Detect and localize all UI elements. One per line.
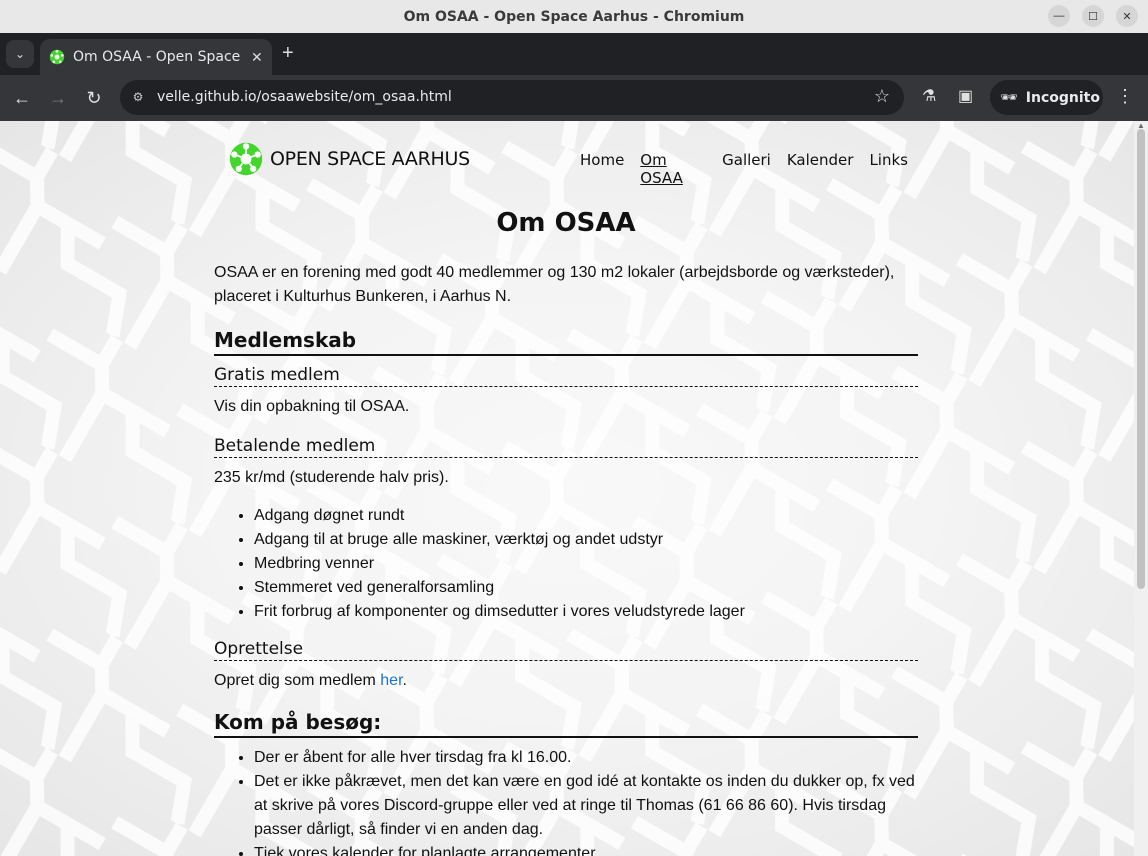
- main-content: Om OSAA OSAA er en forening med godt 40 …: [214, 207, 918, 856]
- free-member-heading: Gratis medlem: [214, 364, 918, 387]
- new-tab-icon[interactable]: +: [282, 42, 294, 65]
- signup-link[interactable]: her: [380, 672, 402, 689]
- visit-list: Der er åbent for alle hver tirsdag fra k…: [214, 746, 918, 856]
- site-info-icon[interactable]: ⚙: [130, 89, 146, 105]
- benefits-list: Adgang døgnet rundt Adgang til at bruge …: [214, 504, 918, 624]
- site-nav: Home Om OSAA Galleri Kalender Links: [580, 151, 908, 187]
- scrollbar-thumb[interactable]: [1137, 129, 1145, 589]
- browser-menu-icon[interactable]: ⋮: [1116, 86, 1134, 107]
- list-item: Stemmeret ved generalforsamling: [254, 576, 918, 600]
- bookmark-star-icon[interactable]: ☆: [874, 86, 890, 107]
- labs-flask-icon[interactable]: ⚗: [922, 86, 936, 106]
- nav-kalender[interactable]: Kalender: [787, 151, 854, 187]
- incognito-badge[interactable]: 🕶 Incognito: [990, 80, 1103, 115]
- visit-heading: Kom på besøg:: [214, 709, 918, 738]
- incognito-label: Incognito: [1025, 89, 1100, 106]
- minimize-icon[interactable]: —: [1048, 5, 1070, 27]
- list-item: Der er åbent for alle hver tirsdag fra k…: [254, 746, 918, 770]
- list-item: Medbring venner: [254, 552, 918, 576]
- paid-member-price: 235 kr/md (studerende halv pris).: [214, 469, 449, 486]
- signup-text-after: .: [402, 672, 407, 689]
- close-window-icon[interactable]: ✕: [1116, 5, 1138, 27]
- list-item: Det er ikke påkrævet, men det kan være e…: [254, 770, 918, 842]
- intro-text: OSAA er en forening med godt 40 medlemme…: [214, 264, 895, 305]
- nav-home[interactable]: Home: [580, 151, 624, 187]
- side-panel-icon[interactable]: ▣: [958, 86, 973, 106]
- membership-heading: Medlemskab: [214, 327, 918, 356]
- logo-text: OPEN SPACE AARHUS: [270, 148, 470, 170]
- window-title: Om OSAA - Open Space Aarhus - Chromium: [403, 8, 745, 25]
- close-tab-icon[interactable]: ✕: [251, 49, 263, 66]
- back-icon[interactable]: ←: [10, 86, 34, 110]
- maximize-icon[interactable]: ☐: [1082, 5, 1104, 27]
- site-header: OPEN SPACE AARHUS Home Om OSAA Galleri K…: [228, 141, 908, 187]
- signup-text: Opret dig som medlem her.: [214, 669, 918, 693]
- url-text[interactable]: velle.github.io/osaawebsite/om_osaa.html: [157, 89, 452, 105]
- window-controls: — ☐ ✕: [1048, 5, 1138, 27]
- address-bar[interactable]: ⚙ velle.github.io/osaawebsite/om_osaa.ht…: [120, 80, 904, 115]
- list-item: Frit forbrug af komponenter og dimsedutt…: [254, 600, 918, 624]
- site-logo[interactable]: OPEN SPACE AARHUS: [228, 141, 470, 177]
- tab-title: Om OSAA - Open Space Aarhus: [73, 49, 243, 65]
- forward-icon[interactable]: →: [46, 86, 70, 110]
- incognito-icon: 🕶: [1000, 89, 1018, 105]
- nav-om-osaa[interactable]: Om OSAA: [640, 151, 706, 187]
- list-item: Adgang døgnet rundt: [254, 504, 918, 528]
- window-titlebar: Om OSAA - Open Space Aarhus - Chromium —…: [0, 0, 1148, 33]
- paid-member-heading: Betalende medlem: [214, 435, 918, 458]
- list-item: Tjek vores kalender for planlagte arrang…: [254, 842, 918, 856]
- nav-links[interactable]: Links: [869, 151, 908, 187]
- page-title: Om OSAA: [496, 208, 636, 238]
- tab-strip: ⌄ Om OSAA - Open Space Aarhus ✕ +: [0, 33, 1148, 75]
- tab-active[interactable]: Om OSAA - Open Space Aarhus ✕: [40, 39, 272, 75]
- list-item: Adgang til at bruge alle maskiner, værkt…: [254, 528, 918, 552]
- signup-heading: Oprettelse: [214, 638, 918, 661]
- nav-galleri[interactable]: Galleri: [722, 151, 771, 187]
- tab-search-icon[interactable]: ⌄: [6, 40, 34, 68]
- page-viewport: OPEN SPACE AARHUS Home Om OSAA Galleri K…: [0, 121, 1148, 856]
- page-scrollbar[interactable]: ▲: [1134, 121, 1148, 856]
- signup-text-before: Opret dig som medlem: [214, 672, 381, 689]
- osaa-favicon-icon: [49, 49, 65, 65]
- osaa-logo-icon: [229, 142, 263, 176]
- browser-toolbar: ← → ↻ ⚙ velle.github.io/osaawebsite/om_o…: [0, 75, 1148, 121]
- free-member-text: Vis din opbakning til OSAA.: [214, 398, 410, 415]
- reload-icon[interactable]: ↻: [82, 86, 106, 110]
